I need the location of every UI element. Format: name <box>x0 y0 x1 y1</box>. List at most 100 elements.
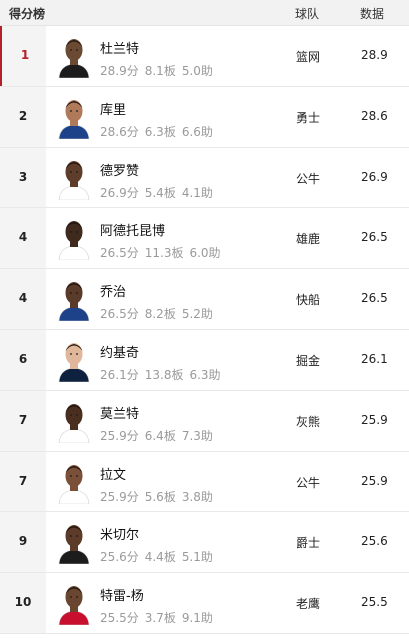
player-row[interactable]: 2 库里 28.6分 6.3板 6.6助 勇士 28.6 <box>0 86 409 148</box>
team-name[interactable]: 勇士 <box>296 109 320 126</box>
rank-cell: 4 <box>0 269 46 329</box>
player-avatar[interactable] <box>56 216 92 261</box>
stat-value: 28.6 <box>361 108 388 123</box>
rebounds-per-game: 6.4板 <box>144 428 176 443</box>
rank-number: 3 <box>18 169 28 184</box>
team-name[interactable]: 爵士 <box>296 534 320 551</box>
rebounds-per-game: 11.3板 <box>144 246 184 261</box>
rank-number: 9 <box>18 534 28 549</box>
player-avatar[interactable] <box>56 277 92 322</box>
team-name[interactable]: 篮网 <box>296 48 320 65</box>
player-avatar[interactable] <box>56 34 92 78</box>
team-name[interactable]: 雄鹿 <box>296 230 320 247</box>
stat-value: 26.9 <box>361 169 388 184</box>
rebounds-per-game: 3.7板 <box>144 611 176 626</box>
assists-per-game: 4.1助 <box>181 185 213 200</box>
points-per-game: 25.9分 <box>100 489 139 504</box>
rank-cell: 6 <box>0 329 46 390</box>
rank-cell: 3 <box>0 147 46 208</box>
assists-per-game: 6.6助 <box>181 124 213 139</box>
player-row[interactable]: 10 特雷-杨 25.5分 3.7板 9.1助 老鹰 25.5 <box>0 573 409 634</box>
player-avatar[interactable] <box>56 94 92 139</box>
player-season-stats: 26.5分 11.3板 6.0助 <box>100 244 221 261</box>
leaderboard-title: 得分榜 <box>9 7 46 21</box>
points-per-game: 26.5分 <box>100 307 139 322</box>
player-name[interactable]: 杜兰特 <box>100 38 139 57</box>
player-season-stats: 25.9分 6.4板 7.3助 <box>100 427 213 444</box>
team-name[interactable]: 快船 <box>296 291 320 308</box>
player-row[interactable]: 3 德罗赞 26.9分 5.4板 4.1助 公牛 26.9 <box>0 147 409 209</box>
assists-per-game: 7.3助 <box>181 428 213 443</box>
points-per-game: 28.9分 <box>100 64 139 78</box>
rebounds-per-game: 8.1板 <box>144 64 176 78</box>
stat-value: 26.5 <box>361 230 388 245</box>
rebounds-per-game: 5.6板 <box>144 489 176 504</box>
player-name[interactable]: 特雷-杨 <box>100 585 144 604</box>
player-season-stats: 26.9分 5.4板 4.1助 <box>100 184 213 201</box>
player-season-stats: 28.9分 8.1板 5.0助 <box>100 62 213 79</box>
player-avatar[interactable] <box>56 398 92 443</box>
player-row[interactable]: 4 乔治 26.5分 8.2板 5.2助 快船 26.5 <box>0 269 409 330</box>
assists-per-game: 5.0助 <box>181 64 213 78</box>
player-season-stats: 26.5分 8.2板 5.2助 <box>100 305 213 322</box>
points-per-game: 25.6分 <box>100 550 139 565</box>
rank-number: 2 <box>18 108 28 123</box>
stat-column-header[interactable]: 数据 <box>360 5 384 22</box>
player-avatar[interactable] <box>56 155 92 200</box>
stat-value: 25.9 <box>361 412 388 427</box>
player-row[interactable]: 9 米切尔 25.6分 4.4板 5.1助 爵士 25.6 <box>0 512 409 574</box>
player-name[interactable]: 库里 <box>100 99 126 118</box>
rank-cell: 10 <box>0 573 46 633</box>
player-avatar[interactable] <box>56 459 92 504</box>
assists-per-game: 9.1助 <box>181 611 213 626</box>
team-name[interactable]: 灰熊 <box>296 413 320 430</box>
player-row[interactable]: 7 莫兰特 25.9分 6.4板 7.3助 灰熊 25.9 <box>0 390 409 452</box>
player-name[interactable]: 拉文 <box>100 464 126 483</box>
player-row[interactable]: 7 拉文 25.9分 5.6板 3.8助 公牛 25.9 <box>0 451 409 513</box>
stat-value: 26.5 <box>361 291 388 306</box>
stat-value: 26.1 <box>361 351 388 366</box>
points-per-game: 28.6分 <box>100 124 139 139</box>
team-name[interactable]: 公牛 <box>296 170 320 187</box>
player-season-stats: 26.1分 13.8板 6.3助 <box>100 366 221 383</box>
player-avatar[interactable] <box>56 337 92 382</box>
player-name[interactable]: 米切尔 <box>100 524 139 543</box>
assists-per-game: 5.1助 <box>181 550 213 565</box>
team-name[interactable]: 老鹰 <box>296 595 320 612</box>
stat-value: 25.9 <box>361 473 388 488</box>
player-season-stats: 25.5分 3.7板 9.1助 <box>100 609 213 626</box>
team-name[interactable]: 公牛 <box>296 474 320 491</box>
rank-number: 6 <box>18 351 28 366</box>
rank-number: 7 <box>18 412 28 427</box>
team-name[interactable]: 掘金 <box>296 352 320 369</box>
stat-value: 28.9 <box>361 48 388 62</box>
rank-cell: 1 <box>0 26 46 86</box>
rank-number: 1 <box>20 48 30 62</box>
player-name[interactable]: 约基奇 <box>100 342 139 361</box>
player-row[interactable]: 6 约基奇 26.1分 13.8板 6.3助 掘金 26.1 <box>0 329 409 391</box>
rebounds-per-game: 13.8板 <box>144 367 184 382</box>
rank-cell: 2 <box>0 86 46 147</box>
rebounds-per-game: 6.3板 <box>144 124 176 139</box>
player-list: 1 杜兰特 28.9分 8.1板 5.0助 篮网 28.9 2 库里 28.6分… <box>0 26 409 634</box>
player-avatar[interactable] <box>56 520 92 565</box>
rank-number: 10 <box>14 595 32 610</box>
player-season-stats: 25.9分 5.6板 3.8助 <box>100 488 213 505</box>
player-name[interactable]: 莫兰特 <box>100 403 139 422</box>
assists-per-game: 3.8助 <box>181 489 213 504</box>
assists-per-game: 6.3助 <box>189 367 221 382</box>
player-row[interactable]: 1 杜兰特 28.9分 8.1板 5.0助 篮网 28.9 <box>0 26 409 87</box>
player-avatar[interactable] <box>56 581 92 626</box>
points-per-game: 25.5分 <box>100 611 139 626</box>
rebounds-per-game: 8.2板 <box>144 307 176 322</box>
player-row[interactable]: 4 阿德托昆博 26.5分 11.3板 6.0助 雄鹿 26.5 <box>0 208 409 270</box>
team-column-header[interactable]: 球队 <box>295 5 319 22</box>
player-name[interactable]: 乔治 <box>100 281 126 300</box>
assists-per-game: 5.2助 <box>181 307 213 322</box>
rank-number: 7 <box>18 473 28 488</box>
points-per-game: 26.5分 <box>100 246 139 261</box>
player-name[interactable]: 德罗赞 <box>100 160 139 179</box>
player-season-stats: 28.6分 6.3板 6.6助 <box>100 123 213 140</box>
rank-number: 4 <box>18 230 28 245</box>
player-name[interactable]: 阿德托昆博 <box>100 220 165 239</box>
